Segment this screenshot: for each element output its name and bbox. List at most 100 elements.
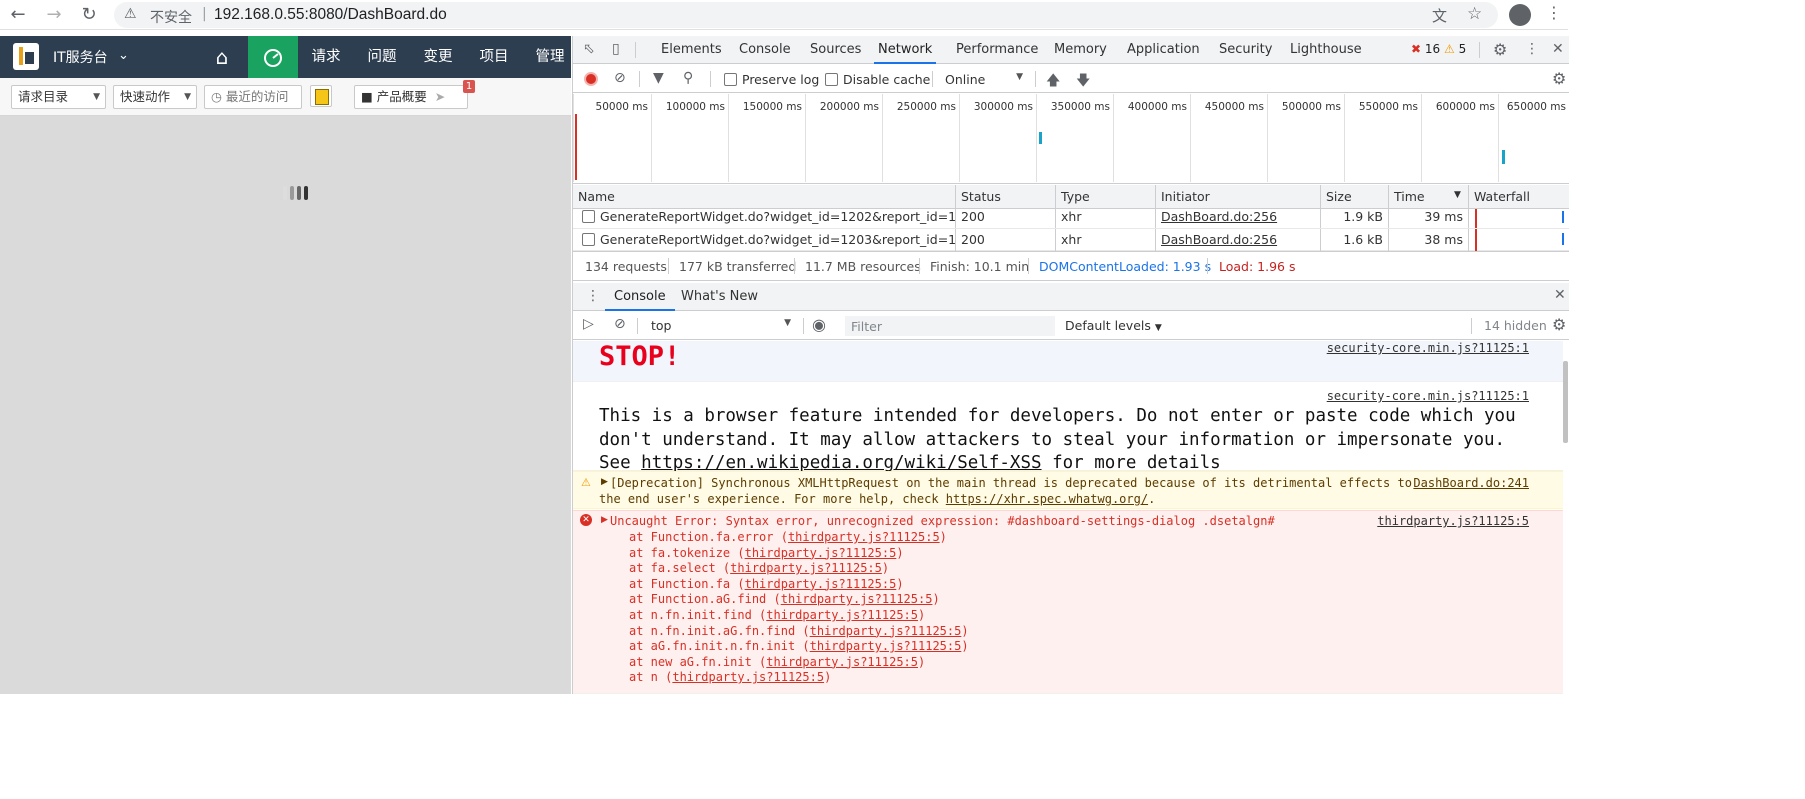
browser-menu-icon[interactable]: ⋮: [1546, 3, 1562, 22]
col-type[interactable]: Type: [1056, 185, 1156, 209]
record-icon[interactable]: [584, 72, 598, 86]
tab-memory[interactable]: Memory: [1054, 36, 1107, 64]
stack-frame-link[interactable]: thirdparty.js?11125:5: [745, 577, 897, 591]
request-catalog-dropdown[interactable]: 请求目录 ▼: [11, 85, 106, 109]
search-icon[interactable]: ⚲: [683, 70, 693, 86]
stack-frame: at Function.aG.find (thirdparty.js?11125…: [629, 592, 940, 607]
product-overview-button[interactable]: ■ 产品概要 ➤: [354, 85, 468, 109]
tab-lighthouse[interactable]: Lighthouse: [1290, 36, 1362, 64]
stack-frame-link[interactable]: thirdparty.js?11125:5: [781, 592, 933, 606]
throttling-select[interactable]: Online ▼: [945, 72, 1023, 87]
not-secure-label[interactable]: 不安全: [150, 7, 192, 27]
url-text[interactable]: 192.168.0.55:8080/DashBoard.do: [214, 6, 447, 24]
stack-frame-link[interactable]: thirdparty.js?11125:5: [745, 546, 897, 560]
app-name[interactable]: IT服务台: [53, 47, 108, 67]
close-icon[interactable]: ✕: [1552, 41, 1564, 57]
network-overview-timeline[interactable]: 50000 ms 100000 ms 150000 ms 200000 ms 2…: [573, 94, 1569, 184]
drawer-menu-icon[interactable]: ⋮: [586, 288, 600, 304]
context-select[interactable]: top ▼: [651, 318, 791, 333]
home-icon[interactable]: ⌂: [198, 36, 246, 78]
sidebar-toggle-icon[interactable]: ▷: [583, 316, 594, 332]
recent-visits-button[interactable]: ◷ 最近的访问: [204, 85, 302, 109]
forward-arrow-icon[interactable]: →: [42, 3, 66, 27]
nav-admin[interactable]: 管理: [527, 36, 573, 78]
nav-changes[interactable]: 变更: [415, 36, 461, 78]
address-bar[interactable]: ⚠ 不安全 | 192.168.0.55:8080/DashBoard.do 文…: [114, 2, 1498, 28]
table-row[interactable]: GenerateReportWidget.do?widget_id=1202&r…: [573, 209, 1569, 229]
message-source-link[interactable]: thirdparty.js?11125:5: [1377, 514, 1529, 528]
tab-network[interactable]: Network: [874, 36, 937, 64]
issues-counter[interactable]: ✖ 16 ⚠ 5: [1411, 42, 1466, 56]
bookmark-star-icon[interactable]: ☆: [1467, 4, 1482, 24]
tab-sources[interactable]: Sources: [810, 36, 861, 64]
cell-initiator-link[interactable]: DashBoard.do:256: [1156, 209, 1321, 228]
console-scrollbar-thumb[interactable]: [1563, 361, 1568, 443]
back-arrow-icon[interactable]: ←: [6, 3, 30, 27]
export-download-icon[interactable]: 🡇: [1076, 70, 1090, 94]
filter-input[interactable]: Filter: [845, 316, 1055, 336]
translate-icon[interactable]: 文: [1432, 5, 1447, 26]
filter-funnel-icon[interactable]: ▼: [653, 70, 664, 86]
profile-avatar-icon[interactable]: [1509, 4, 1531, 26]
console-settings-gear-icon[interactable]: ⚙: [1552, 315, 1566, 334]
cell-initiator-link[interactable]: DashBoard.do:256: [1156, 229, 1321, 251]
settings-gear-icon[interactable]: ⚙: [1493, 40, 1507, 59]
nav-problems[interactable]: 问题: [359, 36, 405, 78]
warning-triangle-icon[interactable]: ⚠: [124, 6, 137, 22]
network-settings-gear-icon[interactable]: ⚙: [1552, 69, 1566, 88]
cell-time: 39 ms: [1389, 209, 1469, 228]
drawer-tab-whats-new[interactable]: What's New: [681, 283, 758, 311]
dashboard-gauge-icon[interactable]: [248, 36, 298, 78]
console-message-error[interactable]: ✕ ▶ Uncaught Error: Syntax error, unreco…: [573, 510, 1563, 694]
clear-console-icon[interactable]: ⊘: [614, 316, 626, 332]
deprecation-link[interactable]: https://xhr.spec.whatwg.org/: [946, 492, 1148, 506]
tab-divider: [1479, 42, 1480, 58]
clipboard-button[interactable]: [310, 85, 332, 107]
expand-arrow-icon[interactable]: ▶: [601, 515, 608, 525]
col-name[interactable]: Name: [573, 185, 956, 209]
col-size[interactable]: Size: [1321, 185, 1389, 209]
log-levels-select[interactable]: Default levels ▼: [1065, 318, 1162, 333]
inspect-element-icon[interactable]: ⬁: [583, 41, 595, 57]
col-waterfall[interactable]: Waterfall: [1469, 185, 1569, 209]
message-source-link[interactable]: security-core.min.js?11125:1: [1327, 341, 1529, 355]
summary-divider: [668, 258, 669, 274]
table-row[interactable]: GenerateReportWidget.do?widget_id=1203&r…: [573, 229, 1569, 251]
console-message-deprecation[interactable]: ⚠ ▶ [Deprecation] Synchronous XMLHttpReq…: [573, 471, 1563, 509]
expand-arrow-icon[interactable]: ▶: [601, 477, 608, 487]
more-options-icon[interactable]: ⋮: [1525, 41, 1539, 57]
summary-load: Load: 1.96 s: [1219, 259, 1296, 274]
stack-frame-link[interactable]: thirdparty.js?11125:5: [766, 608, 918, 622]
col-initiator[interactable]: Initiator: [1156, 185, 1321, 209]
preserve-log-checkbox[interactable]: Preserve log: [724, 72, 819, 87]
message-source-link[interactable]: security-core.min.js?11125:1: [1327, 389, 1529, 403]
device-toolbar-icon[interactable]: ▯: [612, 41, 620, 57]
reload-icon[interactable]: ↻: [77, 3, 101, 27]
stack-frame-link[interactable]: thirdparty.js?11125:5: [766, 655, 918, 669]
nav-projects[interactable]: 项目: [471, 36, 517, 78]
stack-frame-link[interactable]: thirdparty.js?11125:5: [672, 670, 824, 684]
sort-descending-icon[interactable]: ▼: [1454, 190, 1461, 200]
disable-cache-checkbox[interactable]: Disable cache: [825, 72, 930, 87]
app-logo-icon[interactable]: [13, 43, 39, 70]
drawer-tab-console[interactable]: Console: [605, 283, 675, 311]
quick-actions-dropdown[interactable]: 快速动作 ▼: [113, 85, 197, 109]
tab-application[interactable]: Application: [1127, 36, 1200, 64]
tab-elements[interactable]: Elements: [661, 36, 722, 64]
tab-console[interactable]: Console: [739, 36, 791, 64]
stack-frame-link[interactable]: thirdparty.js?11125:5: [788, 530, 940, 544]
nav-requests[interactable]: 请求: [303, 36, 349, 78]
eye-icon[interactable]: ◉: [812, 315, 826, 334]
tab-security[interactable]: Security: [1219, 36, 1272, 64]
close-drawer-icon[interactable]: ✕: [1554, 287, 1566, 303]
timeline-tick: 550000 ms: [1358, 101, 1418, 113]
stack-frame-link[interactable]: thirdparty.js?11125:5: [810, 639, 962, 653]
tab-performance[interactable]: Performance: [956, 36, 1038, 64]
clear-icon[interactable]: ⊘: [614, 70, 626, 86]
chevron-down-icon[interactable]: ⌄: [118, 48, 129, 63]
import-upload-icon[interactable]: 🡅: [1046, 70, 1060, 94]
stack-frame-link[interactable]: thirdparty.js?11125:5: [810, 624, 962, 638]
stack-frame-link[interactable]: thirdparty.js?11125:5: [730, 561, 882, 575]
col-status[interactable]: Status: [956, 185, 1056, 209]
message-source-link[interactable]: DashBoard.do:241: [1413, 476, 1529, 490]
